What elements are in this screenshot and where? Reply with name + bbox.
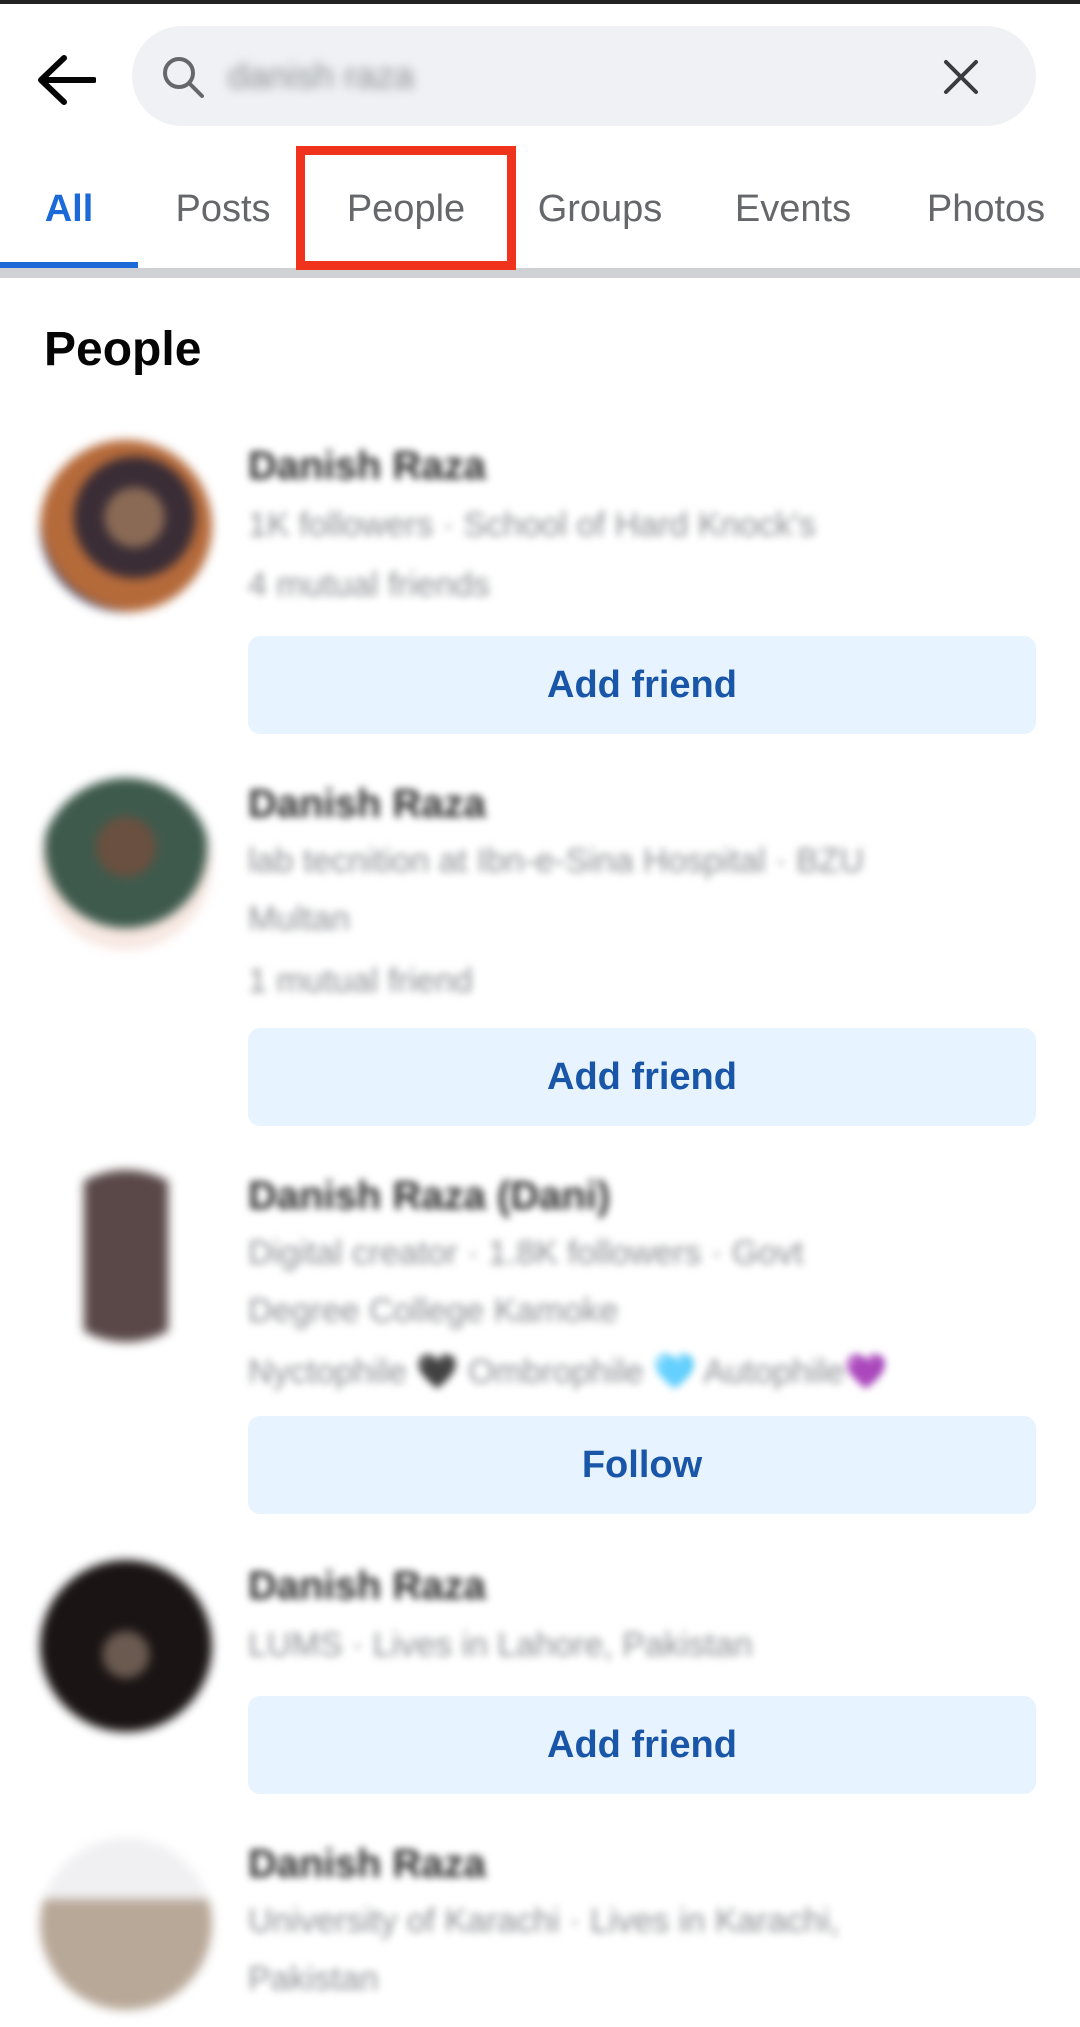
person-detail: University of Karachi · Lives in Karachi… [248,1902,840,1940]
person-name[interactable]: Danish Raza [248,1842,486,1887]
person-bio: Nyctophile 🖤 Ombrophile 🩵 Autophile💜 [248,1353,888,1391]
clear-search-button[interactable] [936,52,986,102]
tab-photos[interactable]: Photos [906,150,1066,268]
person-name[interactable]: Danish Raza [248,444,486,489]
back-button[interactable] [28,42,104,118]
avatar[interactable] [40,778,212,950]
follow-button[interactable]: Follow [248,1416,1036,1514]
search-icon [163,57,204,98]
search-filter-tabs: All Posts People Groups Events Photos [0,150,1080,268]
person-detail: lab tecnition at Ibn-e-Sina Hospital · B… [248,842,865,880]
avatar[interactable] [40,1170,212,1342]
tab-events[interactable]: Events [716,150,870,268]
person-detail: Digital creator · 1.8K followers · Govt [248,1234,804,1272]
search-header: danish raza [0,4,1080,144]
person-detail: LUMS · Lives in Lahore, Pakistan [248,1626,753,1664]
avatar[interactable] [40,1838,212,2010]
avatar[interactable] [40,1560,212,1732]
tab-groups[interactable]: Groups [520,150,680,268]
person-detail-cont: Degree College Kamoke [248,1292,619,1330]
avatar[interactable] [40,440,212,612]
add-friend-button[interactable]: Add friend [248,636,1036,734]
search-input[interactable]: danish raza [132,26,1036,126]
add-friend-button[interactable]: Add friend [248,1028,1036,1126]
add-friend-button[interactable]: Add friend [248,1696,1036,1794]
section-title: People [44,323,202,376]
person-detail-cont: Multan [248,900,351,938]
search-query: danish raza [228,55,415,96]
person-detail-cont: Pakistan [248,1960,379,1998]
tabs-divider [0,268,1080,278]
arrow-left-icon [38,55,96,105]
person-mutual-friends: 1 mutual friend [248,962,473,1000]
person-mutual-friends: 4 mutual friends [248,566,490,604]
tab-posts[interactable]: Posts [152,150,294,268]
person-detail: 1K followers · School of Hard Knock's [248,506,816,544]
person-name[interactable]: Danish Raza [248,1564,486,1609]
tab-all[interactable]: All [0,150,138,268]
close-icon [944,60,978,94]
person-name[interactable]: Danish Raza [248,782,486,827]
tab-people[interactable]: People [320,150,492,268]
person-name[interactable]: Danish Raza (Dani) [248,1174,610,1219]
